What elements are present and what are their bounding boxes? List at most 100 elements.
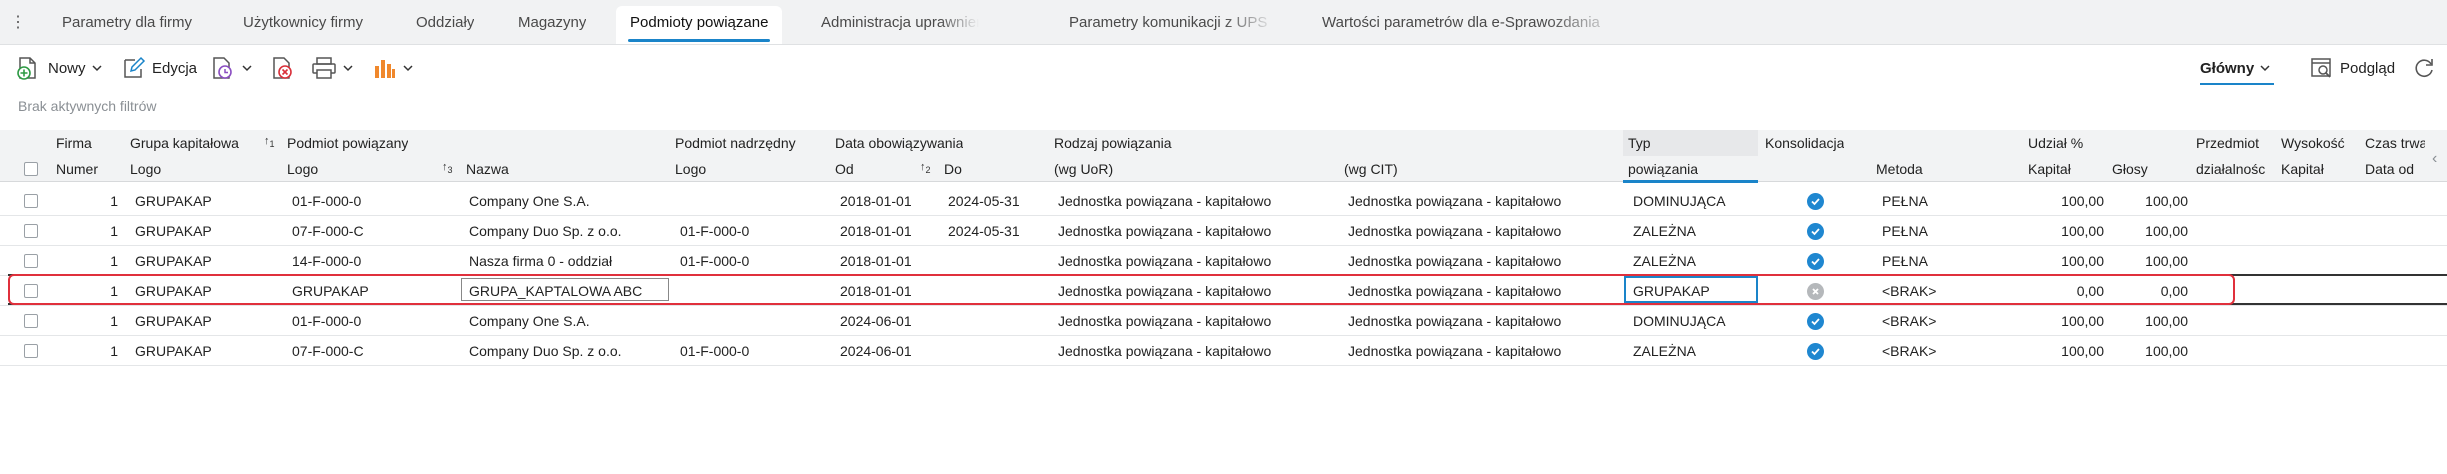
cell-wg-cit[interactable]: Jednostka powiązana - kapitałowo — [1348, 186, 1618, 216]
cell-podmiot-logo[interactable]: 01-F-000-0 — [292, 306, 452, 336]
cell-kapital[interactable]: 100,00 — [2028, 306, 2104, 336]
cell-typ-powiazania[interactable]: DOMINUJĄCA — [1633, 186, 1755, 216]
edit-button[interactable]: Edycja — [122, 55, 197, 81]
header-przedmiot[interactable]: Przedmiot — [2196, 130, 2270, 156]
cell-numer[interactable]: 1 — [56, 306, 118, 336]
check-circle-icon[interactable] — [1807, 223, 1824, 240]
header-data-od[interactable]: Data od — [2365, 156, 2414, 182]
cell-grupa-logo[interactable]: GRUPAKAP — [135, 216, 275, 246]
chevron-down-icon[interactable] — [91, 63, 102, 73]
chevron-down-icon[interactable] — [403, 63, 413, 73]
cell-numer[interactable]: 1 — [56, 246, 118, 276]
header-typ[interactable]: Typ — [1628, 130, 1651, 156]
cell-nadrzedny-logo[interactable]: 01-F-000-0 — [680, 336, 830, 366]
cell-grupa-logo[interactable]: GRUPAKAP — [135, 186, 275, 216]
header-podmiot-nadrzedny[interactable]: Podmiot nadrzędny — [675, 130, 796, 156]
history-button[interactable] — [210, 55, 252, 81]
cell-od[interactable]: 2018-01-01 — [840, 246, 940, 276]
cell-nazwa[interactable]: Company Duo Sp. z o.o. — [469, 216, 664, 246]
cell-numer[interactable]: 1 — [56, 186, 118, 216]
cell-do[interactable]: 2024-05-31 — [948, 186, 1048, 216]
cell-nadrzedny-logo[interactable]: 01-F-000-0 — [680, 246, 830, 276]
cell-od[interactable]: 2024-06-01 — [840, 336, 940, 366]
cell-kapital[interactable]: 100,00 — [2028, 246, 2104, 276]
cell-podmiot-logo[interactable]: 07-F-000-C — [292, 216, 452, 246]
header-numer[interactable]: Numer — [56, 156, 98, 182]
cell-wg-uor[interactable]: Jednostka powiązana - kapitałowo — [1058, 246, 1338, 276]
preview-button[interactable]: Podgląd — [2310, 55, 2395, 81]
cell-glosy[interactable]: 100,00 — [2112, 186, 2188, 216]
cell-nadrzedny-logo[interactable] — [680, 306, 830, 336]
header-metoda[interactable]: Metoda — [1876, 156, 1923, 182]
header-glosy[interactable]: Głosy — [2112, 156, 2148, 182]
cell-nadrzedny-logo[interactable] — [680, 186, 830, 216]
cell-typ-powiazania[interactable]: ZALEŻNA — [1633, 216, 1755, 246]
chevron-down-icon[interactable] — [343, 63, 353, 73]
cell-nadrzedny-logo[interactable]: 01-F-000-0 — [680, 216, 830, 246]
header-wg-cit[interactable]: (wg CIT) — [1344, 156, 1398, 182]
refresh-button[interactable] — [2412, 55, 2436, 81]
delete-button[interactable] — [270, 55, 296, 81]
header-konsolidacja[interactable]: Konsolidacja — [1765, 130, 1844, 156]
cell-metoda[interactable]: PEŁNA — [1882, 186, 2022, 216]
header-grupa-kapitalowa[interactable]: Grupa kapitałowa — [130, 130, 239, 156]
header-nazwa[interactable]: Nazwa — [466, 156, 509, 182]
header-podmiot-logo[interactable]: Logo — [287, 156, 318, 182]
tab-wartosci-parametrow-e-sprawozdania[interactable]: Wartości parametrów dla e-Sprawozdania — [1322, 6, 1622, 44]
cell-wg-uor[interactable]: Jednostka powiązana - kapitałowo — [1058, 306, 1338, 336]
header-wysokosc[interactable]: Wysokość — [2281, 130, 2355, 156]
header-grupa-logo[interactable]: Logo — [130, 156, 161, 182]
cell-nazwa[interactable]: Company One S.A. — [469, 306, 664, 336]
tab-parametry-dla-firmy[interactable]: Parametry dla firmy — [62, 6, 192, 44]
header-kapital[interactable]: Kapitał — [2028, 156, 2071, 182]
cell-wg-uor[interactable]: Jednostka powiązana - kapitałowo — [1058, 216, 1338, 246]
cell-do[interactable] — [948, 336, 1048, 366]
cell-do[interactable] — [948, 306, 1048, 336]
header-data-obowiazywania[interactable]: Data obowiązywania — [835, 130, 963, 156]
row-checkbox[interactable] — [24, 194, 38, 208]
cell-numer[interactable]: 1 — [56, 336, 118, 366]
tab-oddzialy[interactable]: Oddziały — [416, 6, 474, 44]
cell-nazwa[interactable]: Company Duo Sp. z o.o. — [469, 336, 664, 366]
check-circle-icon[interactable] — [1807, 313, 1824, 330]
cell-glosy[interactable]: 100,00 — [2112, 216, 2188, 246]
tab-parametry-komunikacji-ups[interactable]: Parametry komunikacji z UPS — [1069, 6, 1275, 44]
table-row[interactable]: 1 GRUPAKAP 01-F-000-0 Company One S.A. 2018-… — [0, 186, 2447, 216]
cell-glosy[interactable]: 100,00 — [2112, 246, 2188, 276]
table-row[interactable]: 1 GRUPAKAP 07-F-000-C Company Duo Sp. z o.o… — [0, 336, 2447, 366]
header-do[interactable]: Do — [944, 156, 962, 182]
cell-od[interactable]: 2018-01-01 — [840, 186, 940, 216]
header-rodzaj-powiazania[interactable]: Rodzaj powiązania — [1054, 130, 1172, 156]
cell-typ-powiazania[interactable]: ZALEŻNA — [1633, 336, 1755, 366]
cell-wg-cit[interactable]: Jednostka powiązana - kapitałowo — [1348, 336, 1618, 366]
header-wysokosc-kapital[interactable]: Kapitał — [2281, 156, 2324, 182]
header-udzial[interactable]: Udział % — [2028, 130, 2083, 156]
cell-nazwa[interactable]: Nasza firma 0 - oddział — [469, 246, 664, 276]
cell-do[interactable] — [948, 246, 1048, 276]
check-circle-icon[interactable] — [1807, 253, 1824, 270]
tab-administracja-uprawnieniami[interactable]: Administracja uprawnieniami — [821, 6, 979, 44]
header-typ-powiazania[interactable]: powiązania — [1628, 156, 1698, 182]
cell-glosy[interactable]: 100,00 — [2112, 306, 2188, 336]
header-dzialalnosc[interactable]: działalnośc — [2196, 156, 2272, 182]
chart-button[interactable] — [373, 55, 413, 81]
cell-metoda[interactable]: <BRAK> — [1882, 336, 2022, 366]
cell-wg-uor[interactable]: Jednostka powiązana - kapitałowo — [1058, 336, 1338, 366]
cell-wg-cit[interactable]: Jednostka powiązana - kapitałowo — [1348, 246, 1618, 276]
view-select[interactable]: Główny — [2200, 55, 2270, 81]
cell-podmiot-logo[interactable]: 01-F-000-0 — [292, 186, 452, 216]
cell-grupa-logo[interactable]: GRUPAKAP — [135, 246, 275, 276]
cell-grupa-logo[interactable]: GRUPAKAP — [135, 306, 275, 336]
cell-od[interactable]: 2018-01-01 — [840, 216, 940, 246]
print-button[interactable] — [311, 55, 353, 81]
cell-grupa-logo[interactable]: GRUPAKAP — [135, 336, 275, 366]
row-checkbox[interactable] — [24, 344, 38, 358]
header-od[interactable]: Od — [835, 156, 854, 182]
table-row[interactable]: 1 GRUPAKAP 07-F-000-C Company Duo Sp. z o.o… — [0, 216, 2447, 246]
tab-podmioty-powiazane[interactable]: Podmioty powiązane — [616, 6, 783, 44]
cell-kapital[interactable]: 100,00 — [2028, 186, 2104, 216]
cell-od[interactable]: 2024-06-01 — [840, 306, 940, 336]
cell-kapital[interactable]: 100,00 — [2028, 216, 2104, 246]
select-all-checkbox[interactable] — [24, 162, 38, 176]
cell-wg-cit[interactable]: Jednostka powiązana - kapitałowo — [1348, 306, 1618, 336]
